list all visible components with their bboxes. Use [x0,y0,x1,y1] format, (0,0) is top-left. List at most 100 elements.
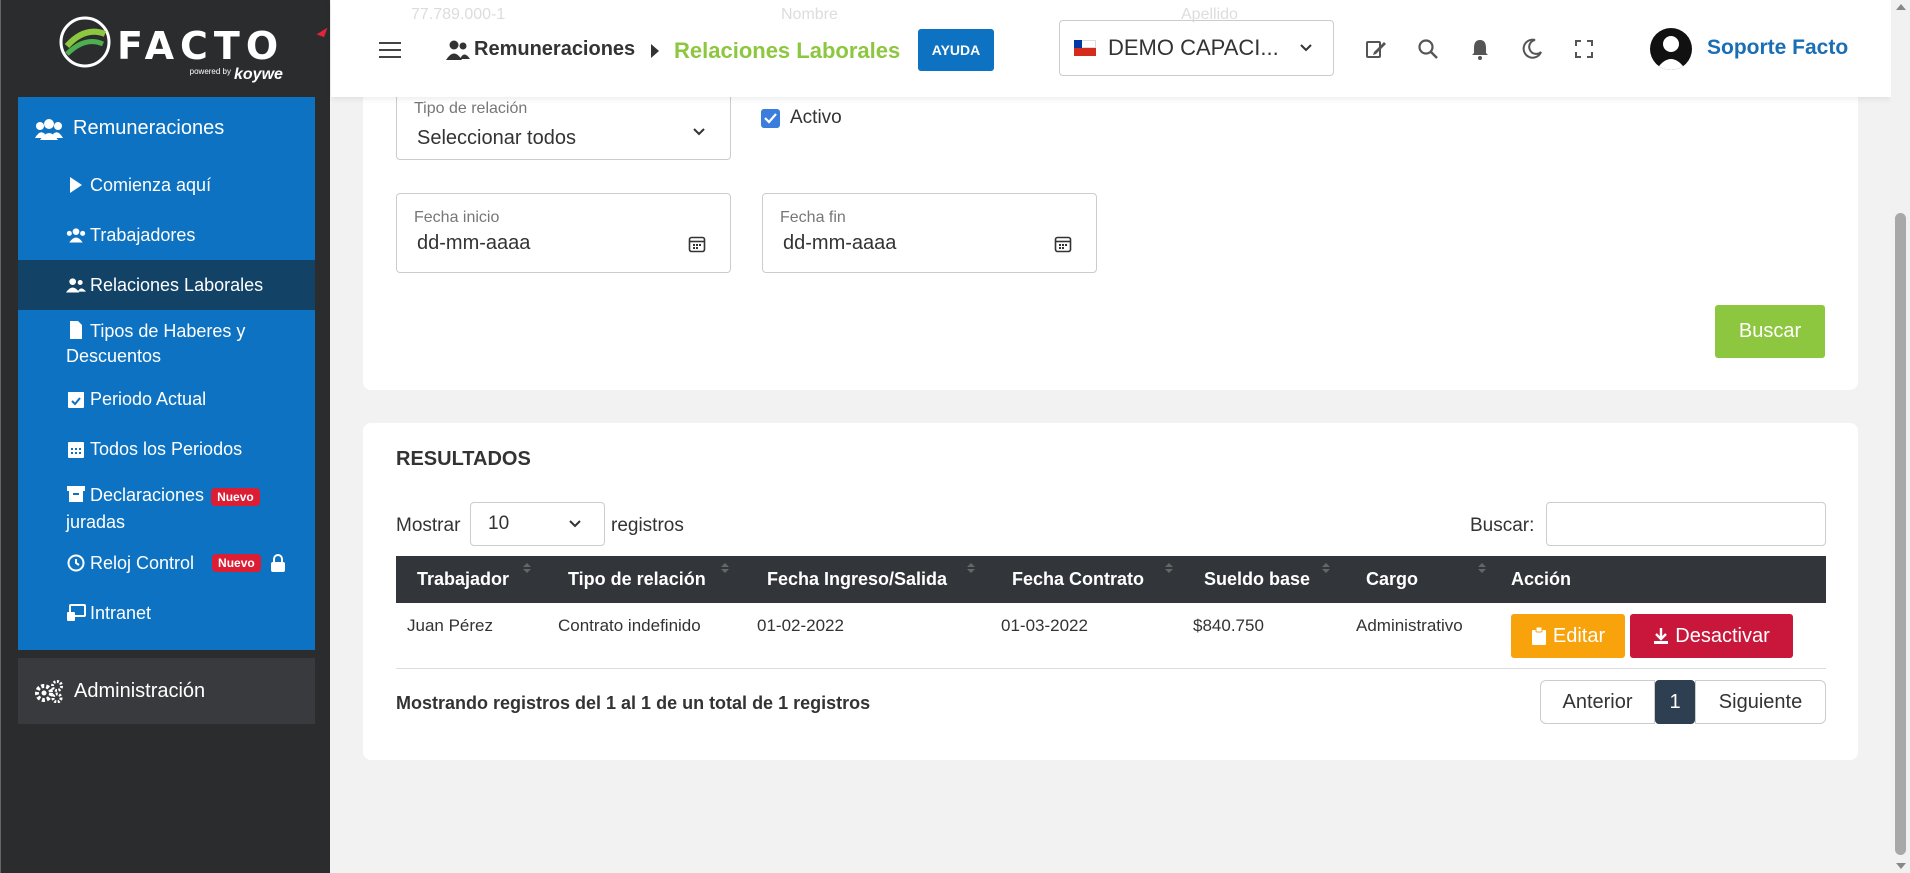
ghost-rut-field: 77.789.000-1 [411,6,506,23]
results-card: RESULTADOS Mostrar 10 registros Buscar: … [363,423,1858,760]
start-date-field[interactable]: Fecha inicio dd-mm-aaaa [396,193,731,273]
scroll-thumb[interactable] [1895,213,1906,855]
pagination-prev-button[interactable]: Anterior [1540,680,1655,724]
table-header: Trabajador Tipo de relación Fecha Ingres… [396,556,1826,603]
new-badge: Nuevo [212,554,261,572]
table-search-label: Buscar: [1470,515,1535,536]
column-label: Cargo [1366,569,1419,589]
logo-accent-icon [316,24,328,38]
column-header-sueldo-base[interactable]: Sueldo base [1204,556,1310,603]
scroll-down-icon[interactable] [1896,863,1906,869]
show-label: Mostrar [396,515,461,536]
sidebar-item-text: Declaraciones Nuevo juradas [66,483,260,535]
active-checkbox[interactable] [761,108,780,128]
page-scrollbar[interactable] [1891,0,1910,873]
column-label: Trabajador [417,569,510,589]
edit-icon[interactable] [1364,37,1388,61]
sidebar-section-remuneraciones[interactable]: Remuneraciones [18,97,315,160]
column-header-accion: Acción [1511,556,1571,603]
moon-icon[interactable] [1520,37,1544,61]
active-checkbox-group[interactable]: Activo [761,107,842,129]
column-label: Acción [1511,569,1572,589]
calendar-icon[interactable] [688,235,706,253]
relation-type-label: Tipo de relación [414,100,528,117]
scroll-up-icon[interactable] [1896,4,1906,10]
download-icon [1654,628,1669,644]
help-button[interactable]: AYUDA [918,29,994,71]
sidebar-item-relaciones-laborales[interactable]: Relaciones Laborales [18,260,315,310]
sidebar-item-periodo-actual[interactable]: Periodo Actual [18,374,315,424]
edit-label: Editar [1552,624,1606,647]
sort-icon[interactable] [966,562,976,574]
sort-icon[interactable] [720,562,730,574]
relation-type-value: Seleccionar todos [417,127,576,149]
column-header-trabajador[interactable]: Trabajador [417,556,509,603]
sidebar-item-label: Declaraciones [90,485,205,505]
sidebar-item-text: Tipos de Haberes y Descuentos [66,319,245,369]
sidebar-item-declaraciones-juradas[interactable]: Declaraciones Nuevo juradas [18,474,315,538]
chevron-down-icon [1300,44,1312,52]
bell-icon[interactable] [1468,37,1492,61]
chevron-down-icon [693,128,705,136]
cogs-icon [35,680,63,703]
page-size-select[interactable]: 10 [470,502,605,546]
sort-icon[interactable] [522,562,532,574]
sidebar-item-comienza[interactable]: Comienza aquí [18,160,315,210]
pagination-next-button[interactable]: Siguiente [1695,680,1826,724]
sort-icon[interactable] [1321,562,1331,574]
sidebar-section-label: Remuneraciones [73,117,225,139]
search-icon[interactable] [1416,37,1440,61]
column-header-fecha-contrato[interactable]: Fecha Contrato [1012,556,1144,603]
column-header-fecha-ingreso[interactable]: Fecha Ingreso/Salida [767,556,947,603]
breadcrumb-current: Relaciones Laborales [674,38,901,63]
chevron-down-icon [569,520,581,528]
column-header-cargo[interactable]: Cargo [1366,556,1418,603]
pagination-page-1[interactable]: 1 [1655,680,1695,724]
table-info: Mostrando registros del 1 al 1 de un tot… [396,693,871,713]
sidebar-item-label: Reloj Control [90,552,195,573]
sort-icon[interactable] [1477,562,1487,574]
relation-type-select[interactable]: Tipo de relación Seleccionar todos [396,90,731,160]
sidebar-item-label: Tipos de Haberes y [90,321,246,341]
sidebar-item-tipos-haberes[interactable]: Tipos de Haberes y Descuentos [18,310,315,374]
sidebar-item-label: Trabajadores [90,224,196,245]
search-button[interactable]: Buscar [1715,305,1825,358]
sidebar-item-label: Comienza aquí [90,174,212,195]
column-label: Sueldo base [1204,569,1311,589]
breadcrumb-remuneraciones[interactable]: Remuneraciones [446,38,635,61]
active-label: Activo [790,107,842,128]
clipboard-icon [1531,627,1546,645]
row-divider [396,668,1826,669]
user-name-link[interactable]: Soporte Facto [1707,36,1848,60]
sort-icon[interactable] [1164,562,1174,574]
column-label: Fecha Contrato [1012,569,1145,589]
monitor-icon [67,604,86,621]
sidebar-item-intranet[interactable]: Intranet [18,588,315,638]
avatar[interactable] [1650,28,1692,70]
sidebar-item-reloj-control[interactable]: Reloj Control Nuevo [18,538,315,588]
calendar-check-icon [68,392,84,408]
fullscreen-icon[interactable] [1572,37,1596,61]
table-search-input[interactable] [1546,502,1826,546]
sidebar-section-administracion[interactable]: Administración [18,658,315,724]
company-selector[interactable]: DEMO CAPACI... [1059,20,1334,76]
sidebar: FACTO powered by koywe Remuneraciones Co… [0,0,330,873]
end-date-field[interactable]: Fecha fin dd-mm-aaaa [762,193,1097,273]
calendar-icon[interactable] [1054,235,1072,253]
column-header-tipo-relacion[interactable]: Tipo de relación [568,556,706,603]
sidebar-item-todos-periodos[interactable]: Todos los Periodos [18,424,315,474]
edit-button[interactable]: Editar [1511,614,1625,658]
deactivate-button[interactable]: Desactivar [1630,614,1793,658]
menu-toggle-icon[interactable] [379,41,401,59]
column-label: Fecha Ingreso/Salida [767,569,948,589]
end-date-label: Fecha fin [780,209,846,226]
sidebar-item-label-line2: Descuentos [66,346,162,366]
facto-logo[interactable]: FACTO powered by koywe [59,16,328,84]
column-label: Tipo de relación [568,569,706,589]
clock-icon [67,554,85,572]
top-header: 77.789.000-1 Nombre Apellido Remuneracio… [331,0,1891,97]
sidebar-item-trabajadores[interactable]: Trabajadores [18,210,315,260]
calendar-icon [68,442,84,458]
start-date-label: Fecha inicio [414,209,500,226]
cell-worker: Juan Pérez [407,616,493,635]
